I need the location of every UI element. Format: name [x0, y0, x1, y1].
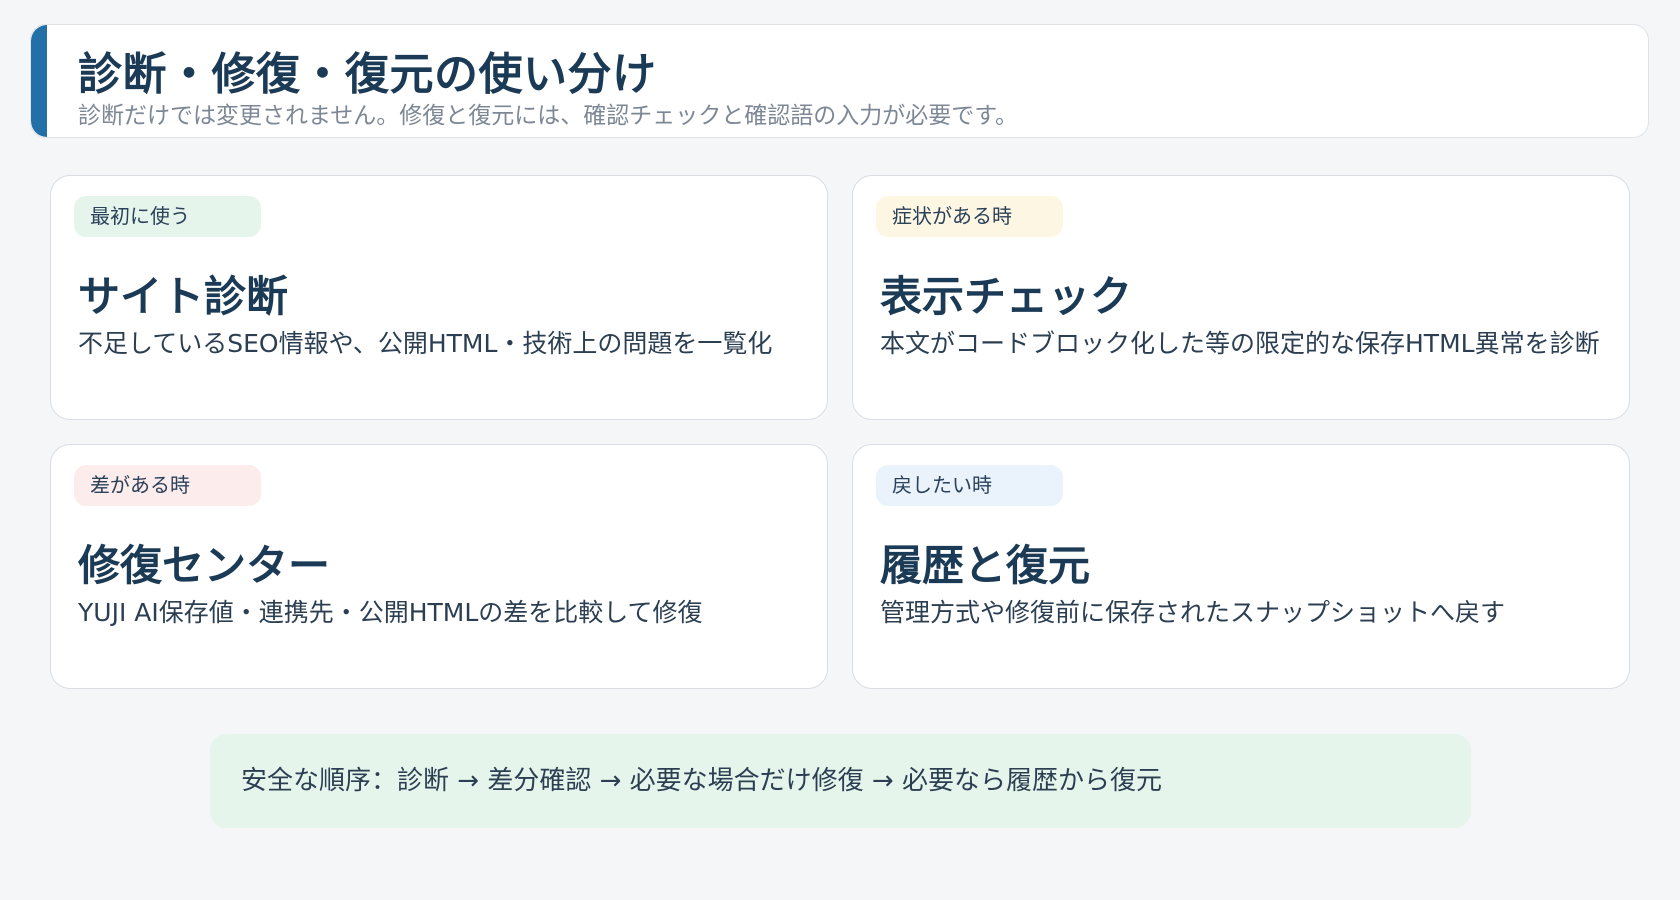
page-subtitle: 診断だけでは変更されません。修復と復元には、確認チェックと確認語の入力が必要です…: [78, 103, 1019, 129]
card-description: 本文がコードブロック化した等の限定的な保存HTML異常を診断: [880, 329, 1600, 358]
card-title: 修復センター: [78, 541, 331, 590]
card-description: 管理方式や修復前に保存されたスナップショットへ戻す: [880, 598, 1506, 627]
card-site-diagnosis[interactable]: 最初に使う サイト診断 不足しているSEO情報や、公開HTML・技術上の問題を一…: [50, 175, 828, 420]
card-tag: 差がある時: [74, 465, 261, 506]
card-title: 履歴と復元: [880, 541, 1091, 590]
header-accent-bar: [31, 25, 47, 137]
page-title: 診断・修復・復元の使い分け: [78, 49, 657, 100]
card-repair-center[interactable]: 差がある時 修復センター YUJI AI保存値・連携先・公開HTMLの差を比較し…: [50, 444, 828, 689]
card-description: 不足しているSEO情報や、公開HTML・技術上の問題を一覧化: [78, 329, 773, 358]
card-title: 表示チェック: [880, 272, 1133, 321]
card-history-restore[interactable]: 戻したい時 履歴と復元 管理方式や修復前に保存されたスナップショットへ戻す: [852, 444, 1630, 689]
card-display-check[interactable]: 症状がある時 表示チェック 本文がコードブロック化した等の限定的な保存HTML異…: [852, 175, 1630, 420]
card-tag: 症状がある時: [876, 196, 1063, 237]
card-title: サイト診断: [78, 272, 289, 321]
card-description: YUJI AI保存値・連携先・公開HTMLの差を比較して修復: [78, 598, 703, 627]
safe-order-note: 安全な順序：診断 → 差分確認 → 必要な場合だけ修復 → 必要なら履歴から復元: [210, 734, 1471, 828]
card-tag: 最初に使う: [74, 196, 261, 237]
card-tag: 戻したい時: [876, 465, 1063, 506]
header-card: 診断・修復・復元の使い分け 診断だけでは変更されません。修復と復元には、確認チェ…: [30, 24, 1649, 138]
